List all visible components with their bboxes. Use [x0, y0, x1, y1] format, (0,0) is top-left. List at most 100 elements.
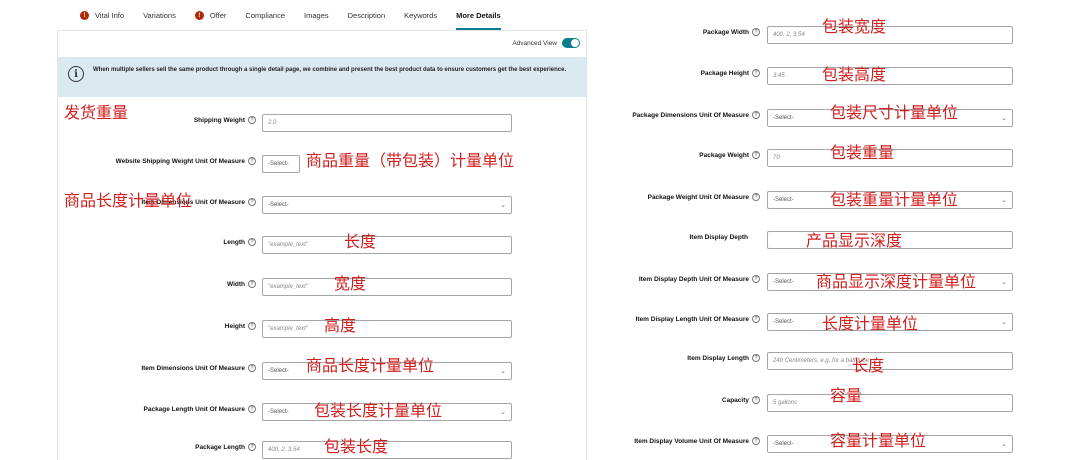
height-row: Height? — [60, 317, 256, 335]
tab-label: Vital Info — [95, 10, 125, 20]
chevron-down-icon: ⌄ — [1001, 441, 1007, 448]
annotation-item-display-depth-unit: 商品显示深度计量单位 — [816, 272, 977, 291]
item-display-length-row: Item Display Length? — [600, 349, 760, 367]
help-icon[interactable]: ? — [248, 157, 256, 165]
field-label: Length? — [223, 233, 256, 251]
chevron-down-icon: ⌄ — [500, 409, 506, 416]
help-icon[interactable]: ? — [248, 116, 256, 124]
help-icon[interactable]: ? — [248, 280, 256, 288]
annotation-length: 长度 — [344, 232, 377, 251]
help-icon[interactable]: ? — [752, 69, 760, 77]
package-width-input[interactable]: 400, 2, 3.54 — [767, 26, 1013, 44]
tab-variations[interactable]: Variations — [143, 0, 176, 30]
package-height-input[interactable]: 3.45 — [767, 67, 1013, 85]
item-display-length-input[interactable]: 240 Centimeters, e.g. for a bathtube — [767, 352, 1013, 370]
field-label: Shipping Weight? — [194, 111, 256, 129]
tab-offer[interactable]: ! Offer — [194, 0, 227, 30]
tab-images[interactable]: Images — [304, 0, 329, 30]
help-icon[interactable]: ? — [752, 28, 760, 36]
annotation-height: 高度 — [324, 316, 357, 335]
website-shipping-weight-unit-select[interactable]: -Select- — [262, 155, 300, 173]
width-input[interactable]: "example_text" — [262, 278, 512, 296]
package-weight-unit-row: Package Weight Unit Of Measure? — [600, 188, 760, 206]
annotation-item-display-length-unit: 长度计量单位 — [822, 314, 919, 333]
field-label: Width? — [227, 275, 256, 293]
field-label: Package Length Unit Of Measure? — [144, 400, 256, 418]
error-icon: ! — [80, 10, 89, 20]
item-dimensions-unit-select-1[interactable]: -Select- ⌄ — [262, 196, 512, 214]
error-icon: ! — [194, 10, 204, 20]
item-display-depth-unit-row: Item Display Depth Unit Of Measure? — [600, 270, 760, 288]
capacity-input[interactable]: 5 gallons — [767, 394, 1013, 412]
chevron-down-icon: ⌄ — [1001, 319, 1007, 326]
info-banner: i When multiple sellers sell the same pr… — [58, 57, 586, 97]
chevron-down-icon: ⌄ — [1001, 279, 1007, 286]
field-label: Package Length? — [195, 438, 256, 456]
shipping-weight-input[interactable]: 2.0 — [262, 114, 512, 132]
length-input[interactable]: "example_text" — [262, 236, 512, 254]
package-length-unit-row: Package Length Unit Of Measure? — [60, 400, 256, 418]
item-display-volume-unit-row: Item Display Volume Unit Of Measure? — [600, 432, 760, 450]
field-label: Package Height? — [701, 64, 760, 82]
advanced-view-toggle[interactable] — [562, 38, 580, 48]
chevron-down-icon: ⌄ — [1001, 197, 1007, 204]
annotation-item-display-length: 长度 — [852, 356, 885, 375]
chevron-down-icon: ⌄ — [1001, 115, 1007, 122]
tab-label: Offer — [209, 10, 227, 20]
chevron-down-icon: ⌄ — [500, 368, 506, 375]
field-label: Item Display Depth Unit Of Measure? — [639, 270, 760, 288]
field-label: Height? — [225, 317, 256, 335]
help-icon[interactable]: ? — [248, 198, 256, 206]
tab-keywords[interactable]: Keywords — [404, 0, 437, 30]
tab-description[interactable]: Description — [348, 0, 386, 30]
field-label: Item Display Length? — [687, 349, 760, 367]
package-length-row: Package Length? — [60, 438, 256, 456]
field-label: Package Weight? — [699, 146, 760, 164]
annotation-package-length: 包装长度 — [324, 437, 389, 456]
annotation-capacity: 容量 — [830, 386, 863, 405]
tab-more-details[interactable]: More Details — [456, 0, 501, 30]
help-icon[interactable]: ? — [752, 275, 760, 283]
tab-label: Description — [347, 10, 386, 20]
help-icon[interactable]: ? — [752, 396, 760, 404]
help-icon[interactable]: ? — [752, 315, 760, 323]
field-label: Package Weight Unit Of Measure? — [648, 188, 760, 206]
annotation-item-length-unit: 商品长度计量单位 — [64, 191, 193, 210]
help-icon[interactable]: ? — [248, 443, 256, 451]
tab-label: Keywords — [404, 10, 438, 20]
item-display-length-unit-row: Item Display Length Unit Of Measure? — [600, 310, 760, 328]
info-icon: i — [68, 66, 84, 82]
help-icon[interactable]: ? — [248, 405, 256, 413]
tab-compliance[interactable]: Compliance — [245, 0, 285, 30]
website-shipping-weight-unit-row: Website Shipping Weight Unit Of Measure? — [60, 152, 256, 170]
annotation-item-display-volume-unit: 容量计量单位 — [830, 431, 927, 450]
help-icon[interactable]: ? — [752, 437, 760, 445]
annotation-width: 宽度 — [334, 274, 367, 293]
tab-label: Compliance — [245, 10, 286, 20]
annotation-item-dimensions-unit: 商品长度计量单位 — [306, 356, 435, 375]
annotation-website-shipping-weight-unit: 商品重量（带包装）计量单位 — [306, 151, 515, 170]
advanced-view-label: Advanced View — [512, 39, 557, 47]
field-label: Capacity? — [722, 391, 760, 409]
field-label: Website Shipping Weight Unit Of Measure? — [116, 152, 256, 170]
annotation-package-weight-unit: 包装重量计量单位 — [830, 190, 959, 209]
field-label: Item Dimensions Unit Of Measure? — [141, 359, 256, 377]
help-icon[interactable]: ? — [248, 238, 256, 246]
help-icon[interactable]: ? — [248, 364, 256, 372]
help-icon[interactable]: ? — [752, 111, 760, 119]
help-icon[interactable]: ? — [752, 354, 760, 362]
chevron-down-icon: ⌄ — [500, 202, 506, 209]
annotation-package-weight: 包装重量 — [830, 143, 895, 162]
package-width-row: Package Width? — [600, 23, 760, 41]
field-label: Item Display Depth — [689, 233, 748, 241]
height-input[interactable]: "example_text" — [262, 320, 512, 338]
help-icon[interactable]: ? — [752, 193, 760, 201]
help-icon[interactable]: ? — [752, 151, 760, 159]
annotation-package-dimensions-unit: 包装尺寸计量单位 — [830, 103, 959, 122]
help-icon[interactable]: ? — [248, 322, 256, 330]
item-dimensions-unit-row-2: Item Dimensions Unit Of Measure? — [60, 359, 256, 377]
tab-vital-info[interactable]: ! Vital Info — [80, 0, 124, 30]
width-row: Width? — [60, 275, 256, 293]
item-display-depth-row: Item Display Depth — [600, 228, 748, 246]
advanced-view-control: Advanced View — [512, 38, 580, 48]
